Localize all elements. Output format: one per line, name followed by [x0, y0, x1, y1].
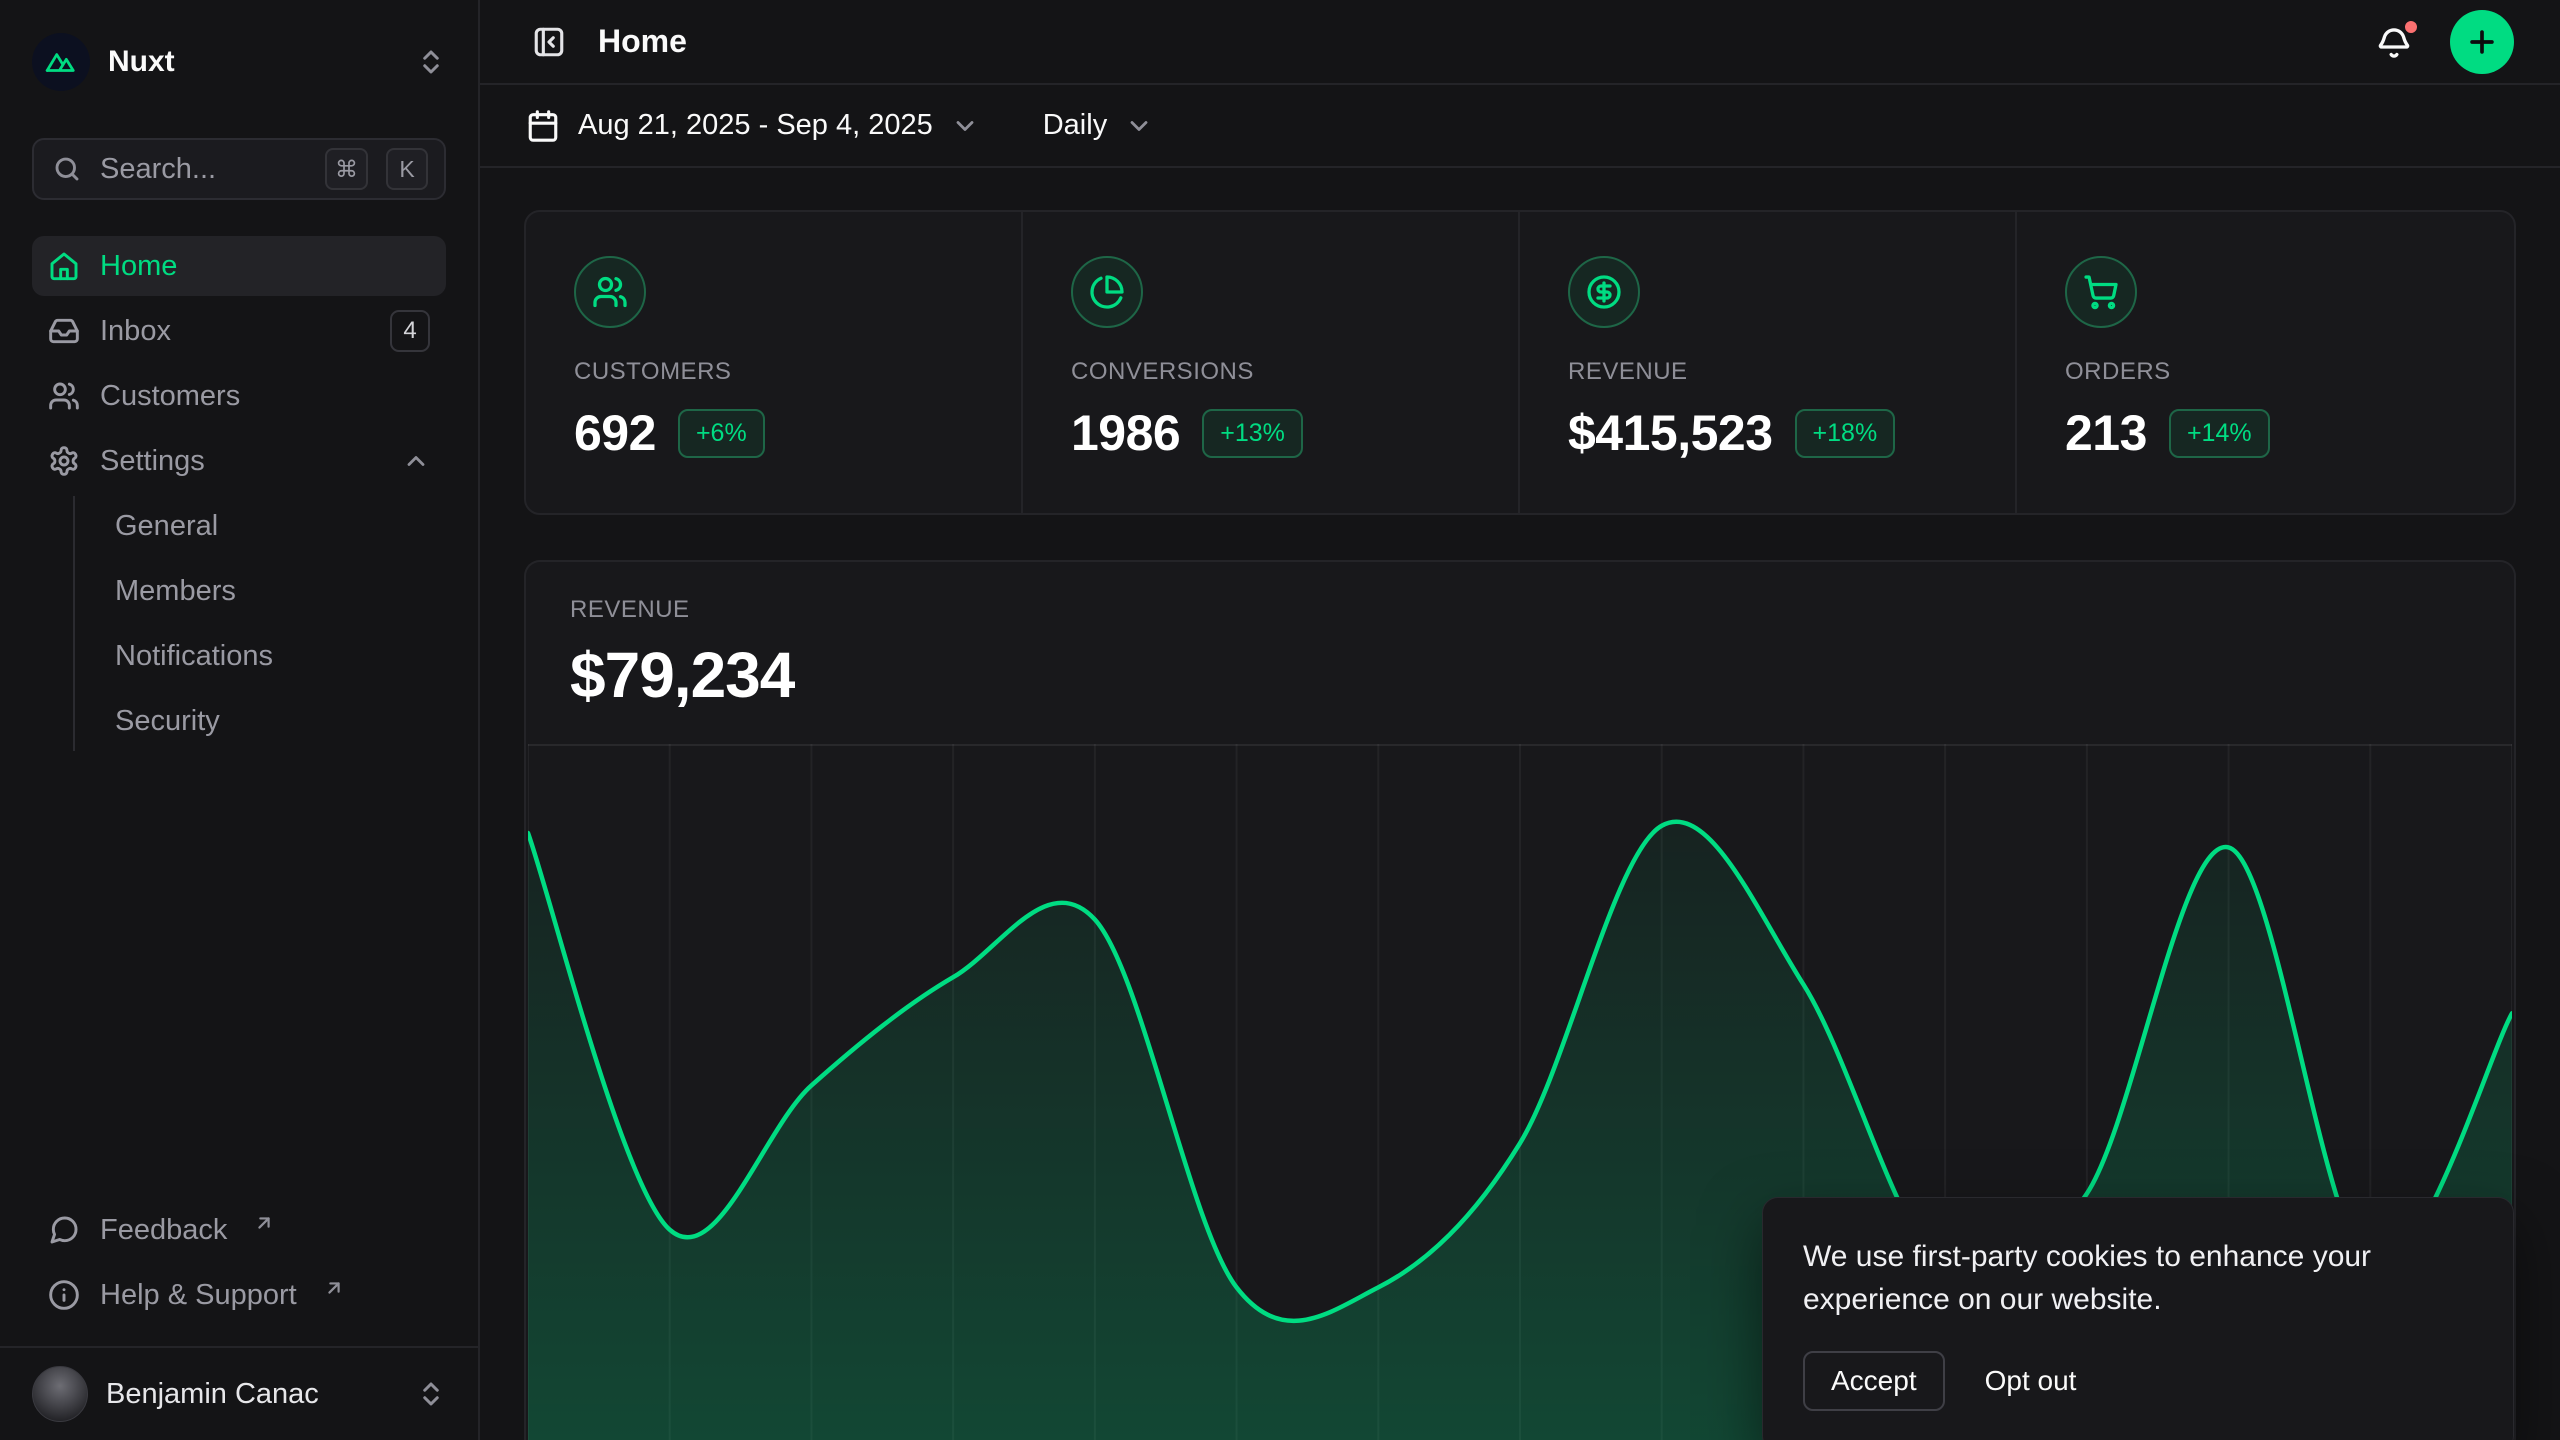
opt-out-button[interactable]: Opt out: [1985, 1365, 2077, 1397]
sidebar-item-label: Help & Support: [100, 1279, 297, 1312]
sidebar-item-label: Security: [115, 705, 220, 738]
stat-label: REVENUE: [1568, 358, 1967, 386]
sidebar-item-label: Inbox: [100, 315, 171, 348]
sidebar-footer: Feedback Help & Support: [0, 1200, 478, 1346]
sidebar-item-security[interactable]: Security: [105, 691, 446, 751]
plus-icon: [2465, 25, 2499, 59]
sidebar-item-members[interactable]: Members: [105, 561, 446, 621]
app-root: Nuxt Search... ⌘ K Home Inbox 4 Cu: [0, 0, 2560, 1440]
sidebar-item-general[interactable]: General: [105, 496, 446, 556]
stat-value: 1986: [1071, 404, 1180, 462]
sidebar-item-settings[interactable]: Settings: [32, 431, 446, 491]
info-circle-icon: [48, 1279, 80, 1311]
stat-label: ORDERS: [2065, 358, 2466, 386]
stat-value: 692: [574, 404, 656, 462]
page-header: Home: [480, 0, 2560, 85]
sidebar-item-label: Home: [100, 250, 177, 283]
pie-chart-icon: [1089, 274, 1125, 310]
sidebar: Nuxt Search... ⌘ K Home Inbox 4 Cu: [0, 0, 480, 1440]
stats-row: CUSTOMERS 692 +6% CONVERSIONS 1986 +13%: [524, 210, 2516, 515]
stat-delta-badge: +6%: [678, 409, 765, 458]
stat-value: $415,523: [1568, 404, 1773, 462]
panel-left-close-icon: [532, 25, 566, 59]
granularity-select[interactable]: Daily: [1043, 109, 1153, 142]
search-placeholder: Search...: [100, 153, 307, 186]
calendar-icon: [526, 109, 560, 143]
accept-button[interactable]: Accept: [1803, 1351, 1945, 1411]
sidebar-item-customers[interactable]: Customers: [32, 366, 446, 426]
message-bubble-icon: [48, 1214, 80, 1246]
stat-delta-badge: +18%: [1795, 409, 1896, 458]
add-button[interactable]: [2450, 10, 2514, 74]
chevrons-up-down-icon: [416, 47, 446, 77]
chevron-down-icon: [951, 112, 979, 140]
sidebar-item-label: Feedback: [100, 1214, 227, 1247]
stat-revenue[interactable]: REVENUE $415,523 +18%: [1520, 212, 2017, 513]
cookie-message: We use first-party cookies to enhance yo…: [1803, 1236, 2443, 1321]
stat-delta-badge: +13%: [1202, 409, 1303, 458]
main-panel: Home Aug 21, 2025 - Sep 4, 2025 Daily: [480, 0, 2560, 1440]
sidebar-item-label: General: [115, 510, 218, 543]
inbox-count-badge: 4: [390, 310, 430, 352]
workspace-switcher[interactable]: Nuxt: [32, 30, 446, 94]
kbd-cmd: ⌘: [325, 148, 368, 190]
granularity-label: Daily: [1043, 109, 1107, 142]
chart-total: $79,234: [570, 638, 2470, 712]
stat-label: CUSTOMERS: [574, 358, 973, 386]
external-link-icon: [253, 1212, 275, 1234]
workspace-name: Nuxt: [108, 45, 398, 79]
collapse-sidebar-button[interactable]: [526, 19, 572, 65]
chevron-down-icon: [1125, 112, 1153, 140]
stat-label: CONVERSIONS: [1071, 358, 1470, 386]
dollar-circle-icon: [1586, 274, 1622, 310]
sidebar-item-notifications[interactable]: Notifications: [105, 626, 446, 686]
stat-delta-badge: +14%: [2169, 409, 2270, 458]
sidebar-nav: Home Inbox 4 Customers Settings General …: [0, 200, 478, 1200]
stat-conversions[interactable]: CONVERSIONS 1986 +13%: [1023, 212, 1520, 513]
date-range-picker[interactable]: Aug 21, 2025 - Sep 4, 2025: [526, 109, 979, 143]
sidebar-item-label: Settings: [100, 445, 205, 478]
stat-customers[interactable]: CUSTOMERS 692 +6%: [526, 212, 1023, 513]
sidebar-item-label: Customers: [100, 380, 240, 413]
user-menu[interactable]: Benjamin Canac: [0, 1346, 478, 1440]
gear-icon: [48, 445, 80, 477]
sidebar-item-inbox[interactable]: Inbox 4: [32, 301, 446, 361]
stat-value: 213: [2065, 404, 2147, 462]
nuxt-logo: [32, 33, 90, 91]
sidebar-item-help-support[interactable]: Help & Support: [32, 1265, 446, 1325]
date-range-label: Aug 21, 2025 - Sep 4, 2025: [578, 109, 933, 142]
home-icon: [48, 250, 80, 282]
avatar: [32, 1366, 88, 1422]
users-icon: [48, 380, 80, 412]
search-input[interactable]: Search... ⌘ K: [32, 138, 446, 200]
unread-dot: [2402, 18, 2420, 36]
search-icon: [52, 154, 82, 184]
cart-icon: [2083, 274, 2119, 310]
stat-orders[interactable]: ORDERS 213 +14%: [2017, 212, 2514, 513]
sidebar-item-home[interactable]: Home: [32, 236, 446, 296]
sidebar-item-feedback[interactable]: Feedback: [32, 1200, 446, 1260]
sidebar-item-label: Notifications: [115, 640, 273, 673]
notifications-button[interactable]: [2368, 16, 2420, 68]
users-icon: [592, 274, 628, 310]
chart-title: REVENUE: [570, 596, 2470, 624]
external-link-icon: [323, 1277, 345, 1299]
chevrons-up-down-icon: [416, 1379, 446, 1409]
inbox-icon: [48, 315, 80, 347]
page-title: Home: [598, 23, 687, 60]
sidebar-item-label: Members: [115, 575, 236, 608]
chevron-up-icon: [402, 447, 430, 475]
kbd-k: K: [386, 148, 428, 190]
user-name: Benjamin Canac: [106, 1378, 398, 1411]
settings-subnav: General Members Notifications Security: [73, 496, 446, 751]
filter-toolbar: Aug 21, 2025 - Sep 4, 2025 Daily: [480, 85, 2560, 168]
cookie-banner: We use first-party cookies to enhance yo…: [1762, 1197, 2514, 1440]
